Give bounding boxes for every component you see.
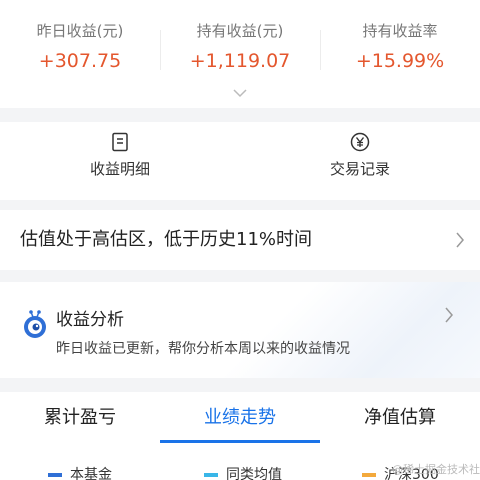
- analysis-title: 收益分析: [56, 310, 124, 330]
- income-detail-label: 收益明细: [89, 160, 150, 178]
- yesterday-income: 昨日收益(元) +307.75: [0, 20, 160, 74]
- watermark: @稀土掘金技术社区: [392, 463, 480, 480]
- trade-records-button[interactable]: 交易记录: [290, 132, 430, 180]
- legend-peer-label: 同类均值: [226, 467, 282, 480]
- active-tab-indicator: [160, 440, 320, 443]
- valuation-text: 估值处于高估区，低于历史11%时间: [20, 229, 313, 250]
- mascot-icon: [24, 310, 46, 338]
- legend-swatch: [48, 473, 62, 477]
- legend-fund: 本基金: [48, 466, 112, 480]
- holding-income-value: +1,119.07: [189, 50, 291, 72]
- holding-return-rate-label: 持有收益率: [362, 22, 438, 40]
- holding-income: 持有收益(元) +1,119.07: [160, 20, 320, 74]
- income-analysis-card[interactable]: 收益分析 昨日收益已更新，帮你分析本周以来的收益情况: [0, 282, 480, 378]
- holding-return-rate-value: +15.99%: [355, 50, 445, 72]
- legend-fund-label: 本基金: [70, 467, 112, 480]
- earnings-summary: 昨日收益(元) +307.75 持有收益(元) +1,119.07 持有收益率 …: [0, 0, 480, 108]
- holding-income-label: 持有收益(元): [196, 22, 284, 40]
- trade-records-label: 交易记录: [329, 160, 390, 178]
- analysis-subtitle: 昨日收益已更新，帮你分析本周以来的收益情况: [56, 341, 350, 357]
- chevron-right-icon: [445, 307, 453, 323]
- valuation-row[interactable]: 估值处于高估区，低于历史11%时间: [0, 210, 480, 270]
- tab-performance-trend[interactable]: 业绩走势: [160, 404, 320, 432]
- income-detail-button[interactable]: 收益明细: [50, 132, 190, 180]
- chevron-right-icon: [456, 232, 464, 248]
- holding-return-rate: 持有收益率 +15.99%: [320, 20, 480, 74]
- shortcut-bar: 收益明细 交易记录: [0, 122, 480, 200]
- document-icon: [112, 132, 128, 152]
- legend-peer: 同类均值: [204, 466, 282, 480]
- chevron-down-icon[interactable]: [233, 88, 247, 98]
- tab-nav-estimate[interactable]: 净值估算: [320, 404, 480, 432]
- legend-swatch: [204, 473, 218, 477]
- legend-swatch: [362, 473, 376, 477]
- yesterday-income-label: 昨日收益(元): [36, 22, 124, 40]
- tab-cumulative-pnl[interactable]: 累计盈亏: [0, 404, 160, 432]
- yen-coin-icon: [350, 132, 370, 152]
- yesterday-income-value: +307.75: [38, 50, 122, 72]
